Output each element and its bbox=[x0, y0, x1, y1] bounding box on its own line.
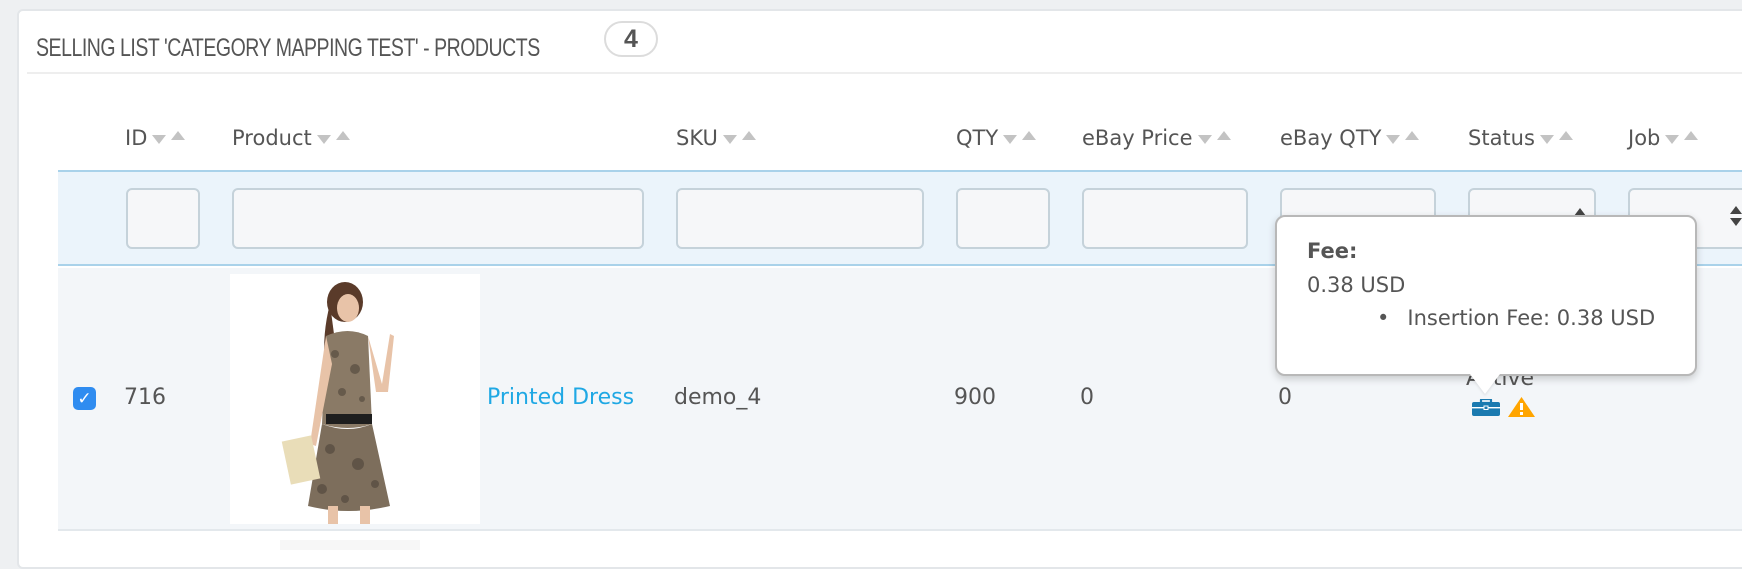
column-header-status: Status bbox=[1468, 124, 1573, 152]
sort-asc-icon[interactable] bbox=[1558, 130, 1573, 140]
tooltip-fee-item: Insertion Fee: 0.38 USD bbox=[1377, 306, 1655, 330]
cell-ebay-qty: 0 bbox=[1278, 385, 1292, 410]
warning-icon[interactable] bbox=[1508, 397, 1535, 417]
column-label-sku: SKU bbox=[676, 126, 718, 150]
filter-qty-input[interactable] bbox=[956, 188, 1050, 249]
product-name-link[interactable]: Printed Dress bbox=[487, 384, 634, 412]
column-label-job: Job bbox=[1628, 126, 1661, 150]
column-header-qty: QTY bbox=[956, 124, 1037, 152]
column-header-sku: SKU bbox=[676, 124, 756, 152]
panel-header-divider bbox=[27, 72, 1742, 74]
select-down-arrow-icon bbox=[1730, 218, 1742, 226]
cell-id: 716 bbox=[124, 385, 166, 410]
tooltip-arrow bbox=[1470, 374, 1500, 394]
column-header-ebay-price: eBay Price bbox=[1082, 124, 1231, 152]
column-label-product: Product bbox=[232, 126, 312, 150]
briefcase-icon[interactable] bbox=[1472, 399, 1500, 416]
select-up-arrow-icon bbox=[1730, 206, 1742, 214]
filter-product-input[interactable] bbox=[232, 188, 644, 249]
column-label-ebay-qty: eBay QTY bbox=[1280, 126, 1382, 150]
sort-asc-icon[interactable] bbox=[171, 130, 186, 140]
row-select-checkbox[interactable]: ✓ bbox=[73, 387, 96, 410]
sort-desc-icon[interactable] bbox=[152, 134, 167, 144]
panel-title: SELLING LIST 'CATEGORY MAPPING TEST' - P… bbox=[36, 34, 540, 62]
column-label-id: ID bbox=[125, 126, 148, 150]
sort-asc-icon[interactable] bbox=[1684, 130, 1699, 140]
sort-asc-icon[interactable] bbox=[1216, 130, 1231, 140]
tooltip-fee-list: Insertion Fee: 0.38 USD bbox=[1377, 306, 1655, 330]
column-header-job: Job bbox=[1628, 124, 1699, 152]
sort-asc-icon[interactable] bbox=[335, 130, 350, 140]
filter-ebay-price-input[interactable] bbox=[1082, 188, 1248, 249]
product-thumbnail bbox=[230, 274, 480, 524]
sort-desc-icon[interactable] bbox=[1386, 134, 1401, 144]
sort-desc-icon[interactable] bbox=[722, 134, 737, 144]
column-header-id: ID bbox=[125, 124, 186, 152]
cell-qty: 900 bbox=[954, 385, 996, 410]
product-count-badge: 4 bbox=[604, 21, 658, 57]
tooltip-fee-amount: 0.38 USD bbox=[1307, 273, 1406, 297]
next-row-thumbnail-partial bbox=[280, 540, 420, 550]
filter-sku-input[interactable] bbox=[676, 188, 924, 249]
column-header-product: Product bbox=[232, 124, 350, 152]
column-header-ebay-qty: eBay QTY bbox=[1280, 124, 1420, 152]
fee-tooltip: Fee: 0.38 USD Insertion Fee: 0.38 USD bbox=[1275, 215, 1697, 376]
sort-desc-icon[interactable] bbox=[1665, 134, 1680, 144]
sort-asc-icon[interactable] bbox=[1405, 130, 1420, 140]
sort-desc-icon[interactable] bbox=[1197, 134, 1212, 144]
column-label-status: Status bbox=[1468, 126, 1535, 150]
sort-asc-icon[interactable] bbox=[741, 130, 756, 140]
sort-asc-icon[interactable] bbox=[1022, 130, 1037, 140]
sort-desc-icon[interactable] bbox=[316, 134, 331, 144]
column-label-qty: QTY bbox=[956, 126, 999, 150]
tooltip-title: Fee: bbox=[1307, 239, 1358, 263]
filter-id-input[interactable] bbox=[126, 188, 200, 249]
sort-desc-icon[interactable] bbox=[1003, 134, 1018, 144]
cell-ebay-price: 0 bbox=[1080, 385, 1094, 410]
column-label-ebay-price: eBay Price bbox=[1082, 126, 1193, 150]
sort-desc-icon[interactable] bbox=[1539, 134, 1554, 144]
cell-sku: demo_4 bbox=[674, 385, 762, 410]
product-image-dress bbox=[230, 274, 480, 524]
